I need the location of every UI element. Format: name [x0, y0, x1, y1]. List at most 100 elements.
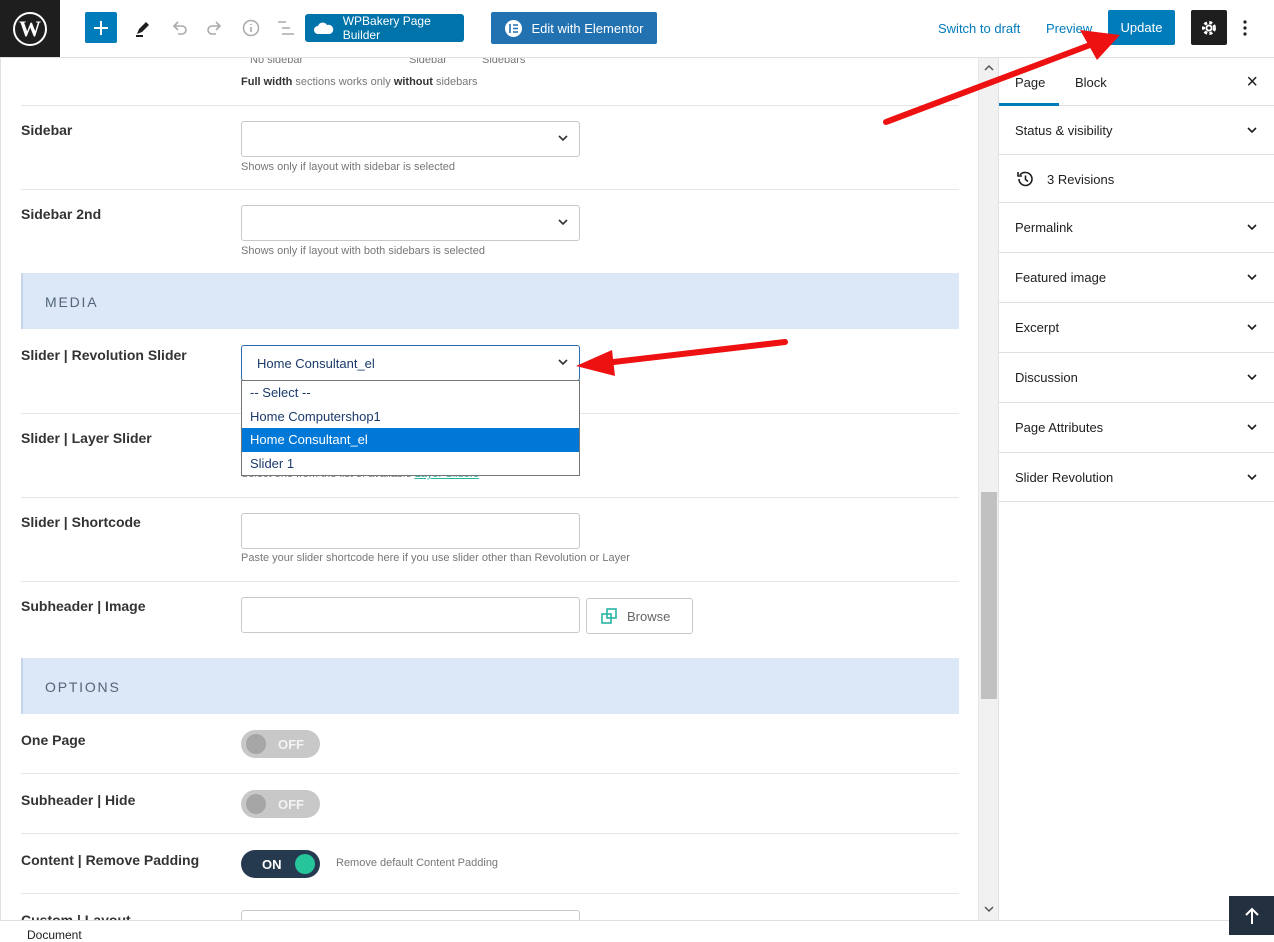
chevron-down-icon [558, 219, 568, 226]
chevron-down-icon [1247, 224, 1257, 231]
subheader-image-input[interactable] [241, 597, 580, 633]
subheader-image-row: Subheader | Image Browse [21, 582, 959, 658]
dropdown-option[interactable]: Home Computershop1 [242, 405, 579, 429]
arrow-up-icon [1244, 907, 1259, 924]
rev-slider-value: Home Consultant_el [257, 356, 375, 371]
tab-block[interactable]: Block [1075, 75, 1107, 90]
rev-slider-label: Slider | Revolution Slider [21, 347, 187, 363]
wordpress-logo-icon[interactable]: W [0, 0, 60, 57]
sidebar-label: Sidebar [21, 122, 73, 138]
browse-button[interactable]: Browse [586, 598, 693, 634]
preview-link[interactable]: Preview [1046, 21, 1092, 36]
chevron-down-icon [1247, 127, 1257, 134]
one-page-label: One Page [21, 732, 86, 748]
browse-icon [601, 608, 617, 624]
media-section-header: MEDIA [21, 273, 959, 329]
scrollbar-thumb[interactable] [981, 492, 997, 699]
custom-layout-label: Custom | Layout [21, 912, 131, 920]
dropdown-option-selected[interactable]: Home Consultant_el [242, 428, 579, 452]
switch-to-draft-link[interactable]: Switch to draft [938, 21, 1020, 36]
scroll-down-icon[interactable] [983, 904, 995, 914]
chevron-down-icon [1247, 374, 1257, 381]
close-icon[interactable]: × [1246, 71, 1258, 94]
elementor-icon [504, 19, 522, 37]
remove-padding-label: Content | Remove Padding [21, 852, 200, 868]
dropdown-option[interactable]: -- Select -- [242, 381, 579, 405]
layout-option-label: No sidebar [250, 58, 304, 66]
sidebar-select[interactable] [241, 121, 580, 157]
panel-permalink[interactable]: Permalink [999, 203, 1274, 253]
edit-with-elementor-button[interactable]: Edit with Elementor [491, 12, 657, 44]
options-section-header: OPTIONS [21, 658, 959, 714]
sidebar2-select[interactable] [241, 205, 580, 241]
history-icon [1017, 171, 1033, 187]
layout-option-label: Sidebars [482, 58, 526, 66]
custom-layout-select[interactable] [241, 910, 580, 920]
wpbakery-button[interactable]: WPBakery Page Builder [305, 14, 464, 42]
chevron-down-icon [1247, 274, 1257, 281]
scroll-up-icon[interactable] [983, 63, 995, 73]
pencil-icon [136, 22, 149, 37]
tools-button[interactable] [129, 14, 157, 42]
more-options-button[interactable] [1234, 14, 1256, 42]
redo-icon [207, 21, 222, 35]
subheader-hide-row: Subheader | Hide OFF [21, 774, 959, 834]
gear-icon [1202, 20, 1216, 35]
undo-icon [172, 21, 187, 35]
panel-status-visibility[interactable]: Status & visibility [999, 106, 1274, 155]
toggle-knob [246, 734, 266, 754]
chevron-down-icon [1247, 424, 1257, 431]
list-view-button[interactable] [272, 14, 300, 42]
shortcode-label: Slider | Shortcode [21, 514, 141, 530]
redo-button[interactable] [201, 14, 229, 42]
panel-featured-image[interactable]: Featured image [999, 253, 1274, 303]
content-scrollbar[interactable] [978, 58, 998, 920]
sidebar2-label: Sidebar 2nd [21, 206, 102, 222]
more-icon [1243, 20, 1247, 36]
sidebar-row: Sidebar Shows only if layout with sideba… [21, 106, 959, 190]
sidebar-tabs: Page Block × [999, 58, 1274, 106]
undo-button[interactable] [165, 14, 193, 42]
panel-excerpt[interactable]: Excerpt [999, 303, 1274, 353]
subheader-hide-toggle[interactable]: OFF [241, 790, 320, 818]
layout-row: No sidebar Sidebar Sidebars Full width s… [21, 58, 959, 106]
one-page-row: One Page OFF [21, 714, 959, 774]
tab-page[interactable]: Page [1015, 75, 1045, 90]
scroll-to-top-button[interactable] [1229, 896, 1274, 935]
layout-option-label: Sidebar [409, 58, 447, 66]
remove-padding-row: Content | Remove Padding ON Remove defau… [21, 834, 959, 894]
breadcrumb-document[interactable]: Document [27, 928, 82, 942]
panel-slider-revolution[interactable]: Slider Revolution [999, 453, 1274, 502]
list-view-icon [278, 21, 294, 35]
panel-revisions[interactable]: 3 Revisions [999, 155, 1274, 203]
panel-discussion[interactable]: Discussion [999, 353, 1274, 403]
shortcode-help: Paste your slider shortcode here if you … [241, 552, 630, 564]
info-icon [242, 19, 260, 37]
dropdown-option[interactable]: Slider 1 [242, 452, 579, 476]
panel-page-attributes[interactable]: Page Attributes [999, 403, 1274, 453]
subheader-hide-label: Subheader | Hide [21, 792, 136, 808]
layout-note: Full width sections works only without s… [241, 76, 478, 88]
update-button[interactable]: Update [1108, 10, 1175, 45]
remove-padding-help: Remove default Content Padding [336, 857, 499, 869]
details-button[interactable] [237, 14, 265, 42]
subheader-image-label: Subheader | Image [21, 598, 146, 614]
wpbakery-label: WPBakery Page Builder [342, 14, 431, 42]
shortcode-input[interactable] [241, 513, 580, 549]
plus-icon [94, 20, 108, 35]
wpbakery-cloud-icon [314, 22, 334, 34]
layer-slider-label: Slider | Layer Slider [21, 430, 152, 446]
toggle-knob [295, 854, 315, 874]
chevron-down-icon [1247, 324, 1257, 331]
chevron-down-icon [558, 135, 568, 142]
one-page-toggle[interactable]: OFF [241, 730, 320, 758]
remove-padding-toggle[interactable]: ON [241, 850, 320, 878]
editor-header: W WPBakery Page Builder Edit with Elemen… [0, 0, 1274, 58]
rev-slider-select[interactable]: Home Consultant_el [241, 345, 580, 381]
add-block-button[interactable] [85, 12, 117, 43]
custom-layout-row: Custom | Layout [21, 894, 959, 920]
page-options-panel: No sidebar Sidebar Sidebars Full width s… [0, 58, 978, 920]
sidebar2-row: Sidebar 2nd Shows only if layout with bo… [21, 190, 959, 274]
chevron-down-icon [558, 359, 568, 366]
settings-button[interactable] [1191, 10, 1227, 45]
